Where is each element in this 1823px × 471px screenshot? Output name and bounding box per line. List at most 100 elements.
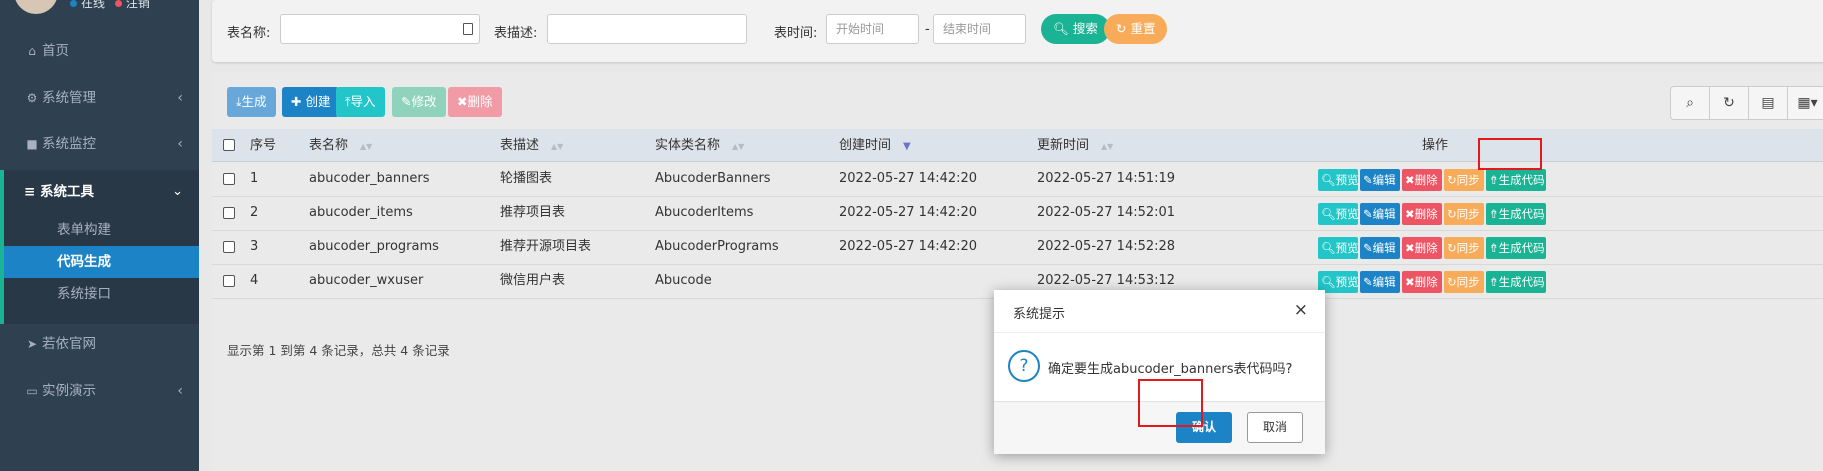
sort-icon: ▲▼ [360, 142, 373, 151]
sidebar-item-ruoyi-site[interactable]: ➤ 若依官网 [0, 324, 199, 364]
table-columns-icon[interactable]: ▦▾ [1788, 87, 1823, 119]
header-table-name[interactable]: 表名称 ▲▼ [309, 129, 372, 163]
row-checkbox[interactable] [223, 241, 235, 253]
edit-button[interactable]: ✎修改 [392, 87, 446, 117]
cell-table-name: abucoder_wxuser [309, 273, 424, 288]
edit-icon: ✎ [401, 94, 412, 109]
cell-no: 1 [250, 171, 259, 186]
preview-button[interactable]: 🔍︎预览 [1318, 169, 1359, 191]
end-time-input[interactable]: 结束时间 [933, 14, 1026, 44]
table-search-icon[interactable]: ⌕ [1671, 87, 1710, 119]
sidebar-item-system-management[interactable]: ⚙ 系统管理 ‹ [0, 78, 199, 118]
edit-icon: ✎ [1363, 207, 1373, 221]
pagination-info: 显示第 1 到第 4 条记录，总共 4 条记录 [227, 343, 450, 358]
cell-table-name: abucoder_items [309, 205, 413, 220]
select-all-checkbox[interactable] [223, 139, 235, 151]
preview-icon: 🔍︎ [1321, 173, 1336, 187]
table-name-input[interactable] [280, 14, 480, 44]
confirm-dialog: 系统提示 × ? 确定要生成abucoder_banners表代码吗? 确认 取… [994, 290, 1325, 454]
generate-code-button[interactable]: ⇮生成代码 [1486, 203, 1546, 225]
highlight-generate-code [1478, 138, 1542, 170]
edit-row-button[interactable]: ✎编辑 [1360, 203, 1400, 225]
delete-row-button[interactable]: ✖删除 [1402, 169, 1442, 191]
cell-created: 2022-05-27 14:42:20 [839, 171, 978, 186]
chevron-left-icon: ‹ [177, 383, 183, 399]
edit-row-button[interactable]: ✎编辑 [1360, 237, 1400, 259]
header-entity[interactable]: 实体类名称 ▲▼ [655, 129, 744, 163]
header-actions: 操作 [1422, 138, 1449, 153]
sidebar-item-label: 系统管理 [42, 90, 96, 106]
preview-icon: 🔍︎ [1321, 241, 1336, 255]
header-no: 序号 [250, 138, 277, 153]
sync-button-label: 同步 [1456, 207, 1480, 221]
close-icon: ✖ [457, 94, 468, 109]
start-time-input[interactable]: 开始时间 [826, 14, 919, 44]
sort-icon: ▲▼ [1101, 142, 1114, 151]
close-icon[interactable]: × [1294, 300, 1308, 320]
table-desc-input[interactable] [547, 14, 747, 44]
import-button[interactable]: ⤒导入 [336, 87, 385, 117]
refresh-icon: ↻ [1116, 21, 1131, 36]
delete-button[interactable]: ✖删除 [448, 87, 502, 117]
sort-icon: ▲▼ [732, 142, 745, 151]
cell-updated: 2022-05-27 14:52:28 [1037, 239, 1176, 254]
sidebar-item-label: 首页 [42, 43, 69, 59]
preview-button-label: 预览 [1335, 275, 1359, 289]
sidebar-item-home[interactable]: ⌂ 首页 [0, 31, 199, 71]
search-button[interactable]: 🔍︎ 搜索 [1041, 14, 1110, 44]
cell-no: 2 [250, 205, 259, 220]
generate-button[interactable]: ⤓生成 [227, 87, 276, 117]
sync-button[interactable]: ↻同步 [1444, 203, 1484, 225]
edit-row-button[interactable]: ✎编辑 [1360, 271, 1400, 293]
logout-link[interactable]: 注销 [126, 0, 150, 10]
avatar[interactable] [14, 0, 58, 14]
cancel-button[interactable]: 取消 [1247, 412, 1303, 443]
generate-code-button[interactable]: ⇮生成代码 [1486, 169, 1546, 191]
header-updated[interactable]: 更新时间 ▲▼ [1037, 129, 1113, 163]
preview-button[interactable]: 🔍︎预览 [1318, 203, 1359, 225]
table-refresh-icon[interactable]: ↻ [1710, 87, 1749, 119]
reset-button[interactable]: ↻ 重置 [1104, 14, 1168, 44]
table-header: 序号 表名称 ▲▼ 表描述 ▲▼ 实体类名称 ▲▼ 创建时间 ▼ 更新时间 ▲▼ 操作 [212, 129, 1823, 162]
delete-row-button[interactable]: ✖删除 [1402, 203, 1442, 225]
sync-button-label: 同步 [1456, 275, 1480, 289]
table-name-label: 表名称: [227, 26, 271, 41]
sidebar-item-demo[interactable]: ▭ 实例演示 ‹ [0, 371, 199, 411]
delete-icon: ✖ [1405, 173, 1415, 187]
delete-row-button[interactable]: ✖删除 [1402, 271, 1442, 293]
sidebar-item-system-tools[interactable]: ≡ 系统工具 [24, 170, 94, 214]
row-checkbox[interactable] [223, 275, 235, 287]
delete-row-button-label: 删除 [1414, 241, 1438, 255]
edit-row-button[interactable]: ✎编辑 [1360, 169, 1400, 191]
generate-code-button[interactable]: ⇮生成代码 [1486, 271, 1546, 293]
sidebar-item-system-monitor[interactable]: ■ 系统监控 ‹ [0, 124, 199, 164]
delete-row-button[interactable]: ✖删除 [1402, 237, 1442, 259]
generate-code-button-label: 生成代码 [1498, 275, 1545, 289]
sidebar-subitem-code-gen[interactable]: 代码生成 [4, 246, 199, 278]
sync-button[interactable]: ↻同步 [1444, 271, 1484, 293]
sync-icon: ↻ [1447, 173, 1457, 187]
sort-desc-icon: ▼ [903, 141, 911, 152]
logout-icon[interactable] [114, 0, 122, 7]
row-checkbox[interactable] [223, 207, 235, 219]
edit-row-button-label: 编辑 [1372, 173, 1396, 187]
cell-table-desc: 微信用户表 [500, 273, 566, 288]
cell-no: 3 [250, 239, 259, 254]
generate-code-button[interactable]: ⇮生成代码 [1486, 237, 1546, 259]
header-updated-label: 更新时间 [1037, 138, 1090, 153]
table-toggle-view-icon[interactable]: ▤ [1749, 87, 1788, 119]
sidebar-subitem-form-builder[interactable]: 表单构建 [4, 214, 199, 246]
sync-button[interactable]: ↻同步 [1444, 169, 1484, 191]
generate-code-button-label: 生成代码 [1498, 241, 1545, 255]
preview-button[interactable]: 🔍︎预览 [1318, 237, 1359, 259]
create-button[interactable]: ✚ 创建 [282, 87, 340, 117]
cell-created: 2022-05-27 14:42:20 [839, 239, 978, 254]
header-table-desc[interactable]: 表描述 ▲▼ [500, 129, 563, 163]
preview-icon: 🔍︎ [1321, 275, 1336, 289]
row-checkbox[interactable] [223, 173, 235, 185]
sidebar-subitem-system-api[interactable]: 系统接口 [4, 278, 199, 310]
question-icon: ? [1008, 350, 1040, 382]
cell-entity: AbucoderItems [655, 205, 754, 220]
header-created[interactable]: 创建时间 ▼ [839, 129, 911, 163]
sync-button[interactable]: ↻同步 [1444, 237, 1484, 259]
